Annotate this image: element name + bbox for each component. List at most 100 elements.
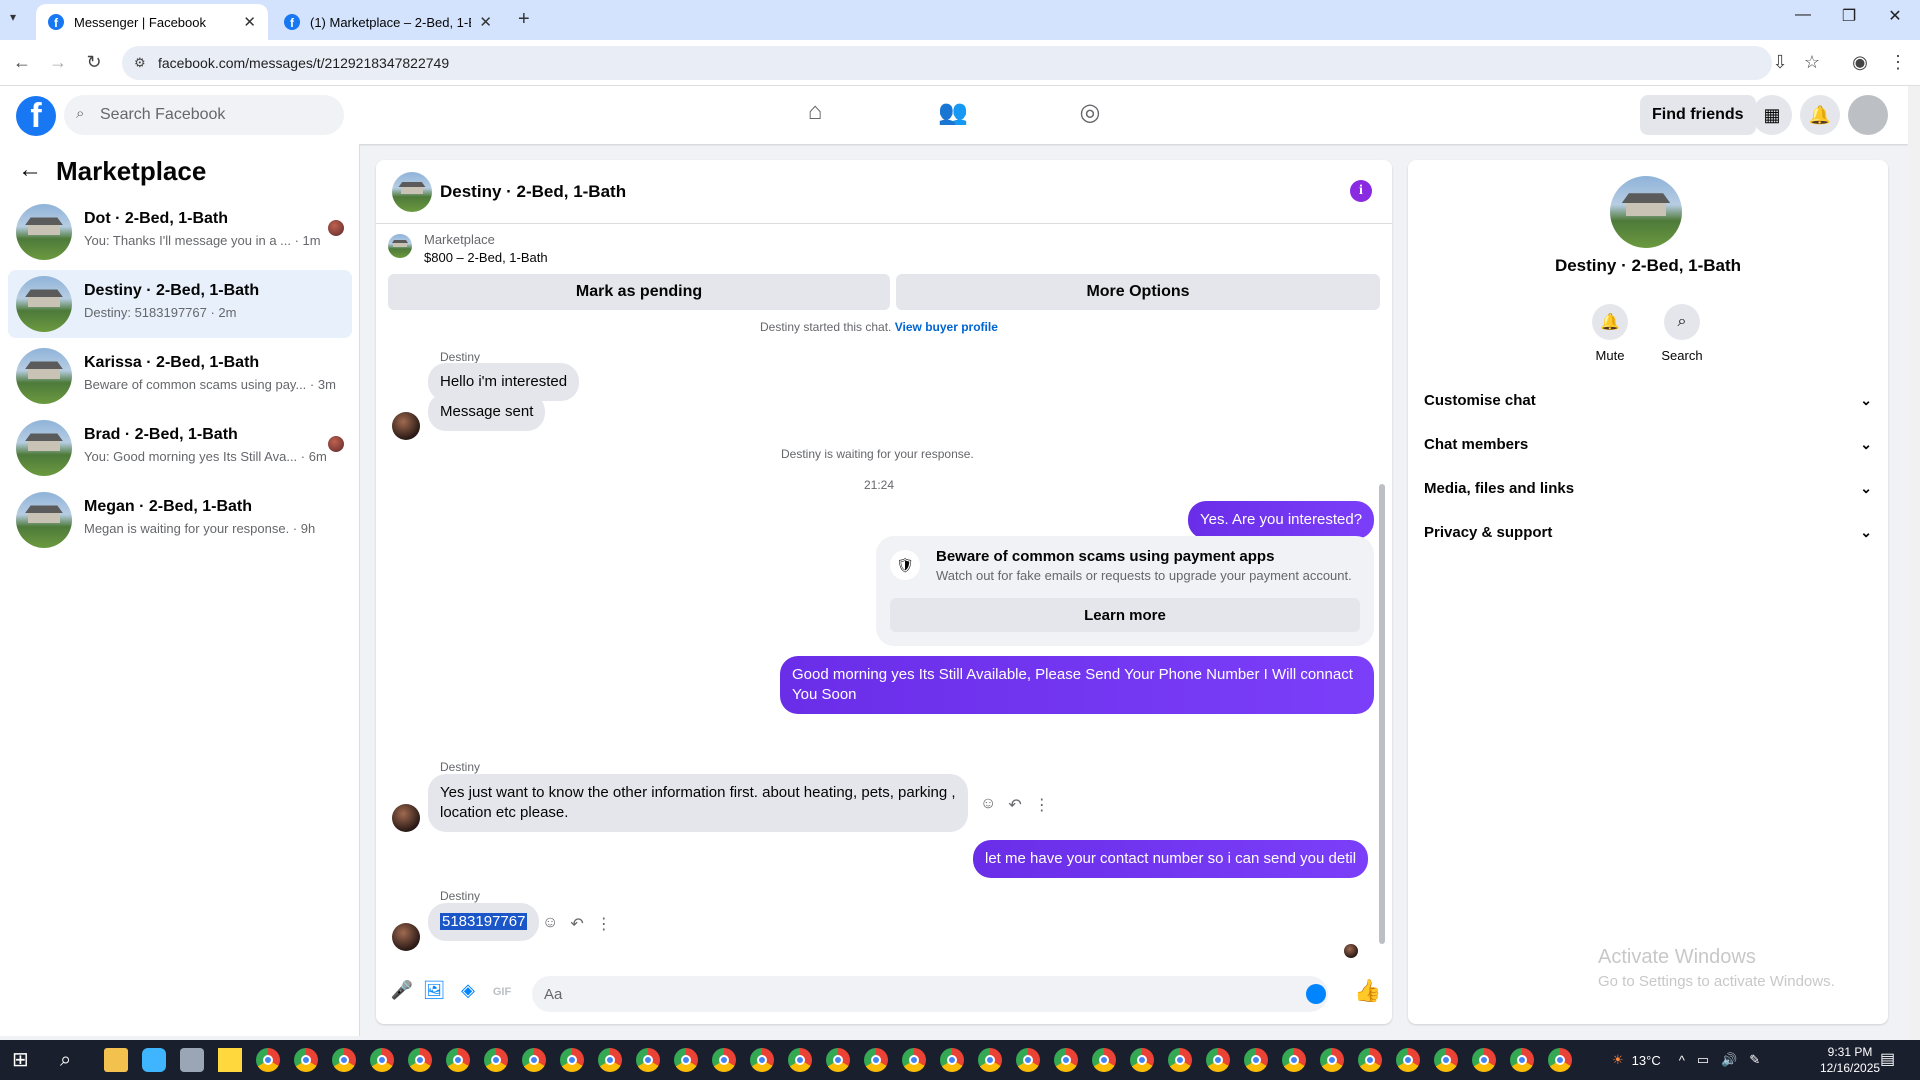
react-icon[interactable]: ☺ (980, 795, 996, 815)
section-privacy-support[interactable]: Privacy & support ⌄ (1424, 512, 1872, 552)
chat-title[interactable]: Destiny · 2-Bed, 1-Bath (440, 182, 626, 202)
section-chat-members[interactable]: Chat members ⌄ (1424, 424, 1872, 464)
chrome-icon[interactable] (1016, 1048, 1040, 1072)
section-customise-chat[interactable]: Customise chat ⌄ (1424, 380, 1872, 420)
learn-more-button[interactable]: Learn more (890, 598, 1360, 632)
chrome-icon[interactable] (1092, 1048, 1116, 1072)
incoming-message[interactable]: Message sent (428, 393, 546, 431)
profile-icon[interactable]: ◉ (1848, 52, 1872, 73)
sticky-notes-icon[interactable] (218, 1048, 242, 1072)
chrome-icon[interactable] (1396, 1048, 1420, 1072)
tab-search-icon[interactable]: ▾ (10, 10, 16, 24)
chrome-icon[interactable] (1510, 1048, 1534, 1072)
bookmark-star-icon[interactable]: ☆ (1800, 52, 1824, 73)
chrome-icon[interactable] (1206, 1048, 1230, 1072)
chrome-icon[interactable] (864, 1048, 888, 1072)
page-scrollbar[interactable] (1908, 86, 1920, 1040)
chrome-icon[interactable] (560, 1048, 584, 1072)
thumbs-up-icon[interactable]: 👍 (1354, 978, 1381, 1004)
selected-phone-number[interactable]: 5183197767 (440, 913, 528, 930)
more-options-button[interactable]: More Options (896, 274, 1380, 310)
mark-as-pending-button[interactable]: Mark as pending (388, 274, 890, 310)
info-icon[interactable]: i (1350, 180, 1372, 202)
chrome-icon[interactable] (446, 1048, 470, 1072)
chrome-icon[interactable] (750, 1048, 774, 1072)
outgoing-message[interactable]: Good morning yes Its Still Available, Pl… (780, 656, 1374, 714)
account-avatar[interactable] (1848, 95, 1888, 135)
chrome-icon[interactable] (902, 1048, 926, 1072)
windows-start-icon[interactable]: ⊞ (12, 1048, 36, 1072)
volume-icon[interactable]: 🔊 (1721, 1052, 1737, 1068)
sender-avatar[interactable] (392, 412, 420, 440)
install-icon[interactable]: ⇩ (1768, 52, 1792, 73)
react-icon[interactable]: ☺ (542, 914, 558, 934)
site-info-icon[interactable]: ⚙ (134, 55, 146, 71)
chrome-icon[interactable] (978, 1048, 1002, 1072)
chat-scrollbar[interactable] (1378, 328, 1386, 948)
chat-thumbnail[interactable] (392, 172, 432, 212)
home-icon[interactable]: ⌂ (797, 98, 833, 134)
chrome-icon[interactable] (712, 1048, 736, 1072)
close-icon[interactable]: ✕ (479, 13, 492, 31)
tray-chevron-icon[interactable]: ^ (1679, 1053, 1685, 1068)
chrome-icon[interactable] (1548, 1048, 1572, 1072)
emoji-icon[interactable] (1306, 984, 1326, 1004)
attach-photo-icon[interactable]: 🖼 (422, 980, 446, 1004)
window-close-icon[interactable]: ✕ (1872, 6, 1918, 26)
taskbar-clock[interactable]: 9:31 PM 12/16/2025 (1820, 1044, 1880, 1076)
chrome-icon[interactable] (1168, 1048, 1192, 1072)
groups-icon[interactable]: ◎ (1072, 98, 1108, 134)
taskbar-search-icon[interactable]: ⌕ (60, 1048, 84, 1072)
reload-icon[interactable]: ↻ (82, 52, 106, 73)
sticker-icon[interactable]: ◈ (456, 980, 480, 1004)
weather-icon[interactable]: ☀ (1612, 1052, 1624, 1068)
notification-center-icon[interactable]: ▤ (1880, 1048, 1904, 1072)
conversation-item[interactable]: Megan · 2-Bed, 1-Bath Megan is waiting f… (8, 486, 352, 554)
file-explorer-icon[interactable] (104, 1048, 128, 1072)
weather-temp[interactable]: 13°C (1632, 1053, 1661, 1068)
chrome-icon[interactable] (598, 1048, 622, 1072)
chrome-icon[interactable] (294, 1048, 318, 1072)
chrome-icon[interactable] (1054, 1048, 1078, 1072)
chrome-icon[interactable] (370, 1048, 394, 1072)
outgoing-message[interactable]: Yes. Are you interested? (1188, 501, 1375, 539)
notifications-bell-icon[interactable]: 🔔 (1800, 95, 1840, 135)
tab-marketplace[interactable]: f (1) Marketplace – 2-Bed, 1-Bath ✕ (272, 4, 504, 40)
chrome-icon[interactable] (826, 1048, 850, 1072)
chrome-icon[interactable] (1130, 1048, 1154, 1072)
minimize-icon[interactable]: — (1780, 6, 1826, 24)
chrome-icon[interactable] (1472, 1048, 1496, 1072)
gif-icon[interactable]: GIF (490, 980, 514, 1004)
incoming-message[interactable]: 5183197767 (428, 903, 540, 941)
chrome-icon[interactable] (636, 1048, 660, 1072)
chrome-icon[interactable] (940, 1048, 964, 1072)
chrome-icon[interactable] (788, 1048, 812, 1072)
back-icon[interactable]: ← (10, 52, 34, 73)
mute-button[interactable]: 🔔 Mute (1580, 304, 1640, 363)
chrome-icon[interactable] (1320, 1048, 1344, 1072)
chrome-icon[interactable] (674, 1048, 698, 1072)
reply-icon[interactable]: ↶ (1008, 795, 1021, 815)
conversation-item[interactable]: Karissa · 2-Bed, 1-Bath Beware of common… (8, 342, 352, 410)
incoming-message[interactable]: Yes just want to know the other informat… (428, 774, 968, 832)
microphone-icon[interactable]: 🎤 (390, 980, 414, 1004)
chrome-icon[interactable] (1358, 1048, 1382, 1072)
chrome-icon[interactable] (484, 1048, 508, 1072)
network-icon[interactable]: ▭ (1697, 1052, 1709, 1068)
pen-icon[interactable]: ✎ (1749, 1052, 1760, 1068)
apps-grid-icon[interactable]: ▦ (1752, 95, 1792, 135)
chrome-icon[interactable] (1244, 1048, 1268, 1072)
chrome-icon[interactable] (1434, 1048, 1458, 1072)
conversation-item[interactable]: Brad · 2-Bed, 1-Bath You: Good morning y… (8, 414, 352, 482)
view-buyer-profile-link[interactable]: View buyer profile (895, 320, 998, 334)
chrome-icon[interactable] (408, 1048, 432, 1072)
friends-icon[interactable]: 👥 (935, 98, 971, 134)
more-icon[interactable]: ⋮ (596, 914, 612, 934)
facebook-logo-icon[interactable]: f (16, 96, 56, 136)
back-arrow-icon[interactable]: ← (18, 156, 42, 184)
chrome-icon[interactable] (522, 1048, 546, 1072)
find-friends-button[interactable]: Find friends (1640, 95, 1756, 135)
copilot-icon[interactable] (142, 1048, 166, 1072)
search-in-chat-button[interactable]: ⌕ Search (1652, 304, 1712, 363)
chrome-icon[interactable] (332, 1048, 356, 1072)
